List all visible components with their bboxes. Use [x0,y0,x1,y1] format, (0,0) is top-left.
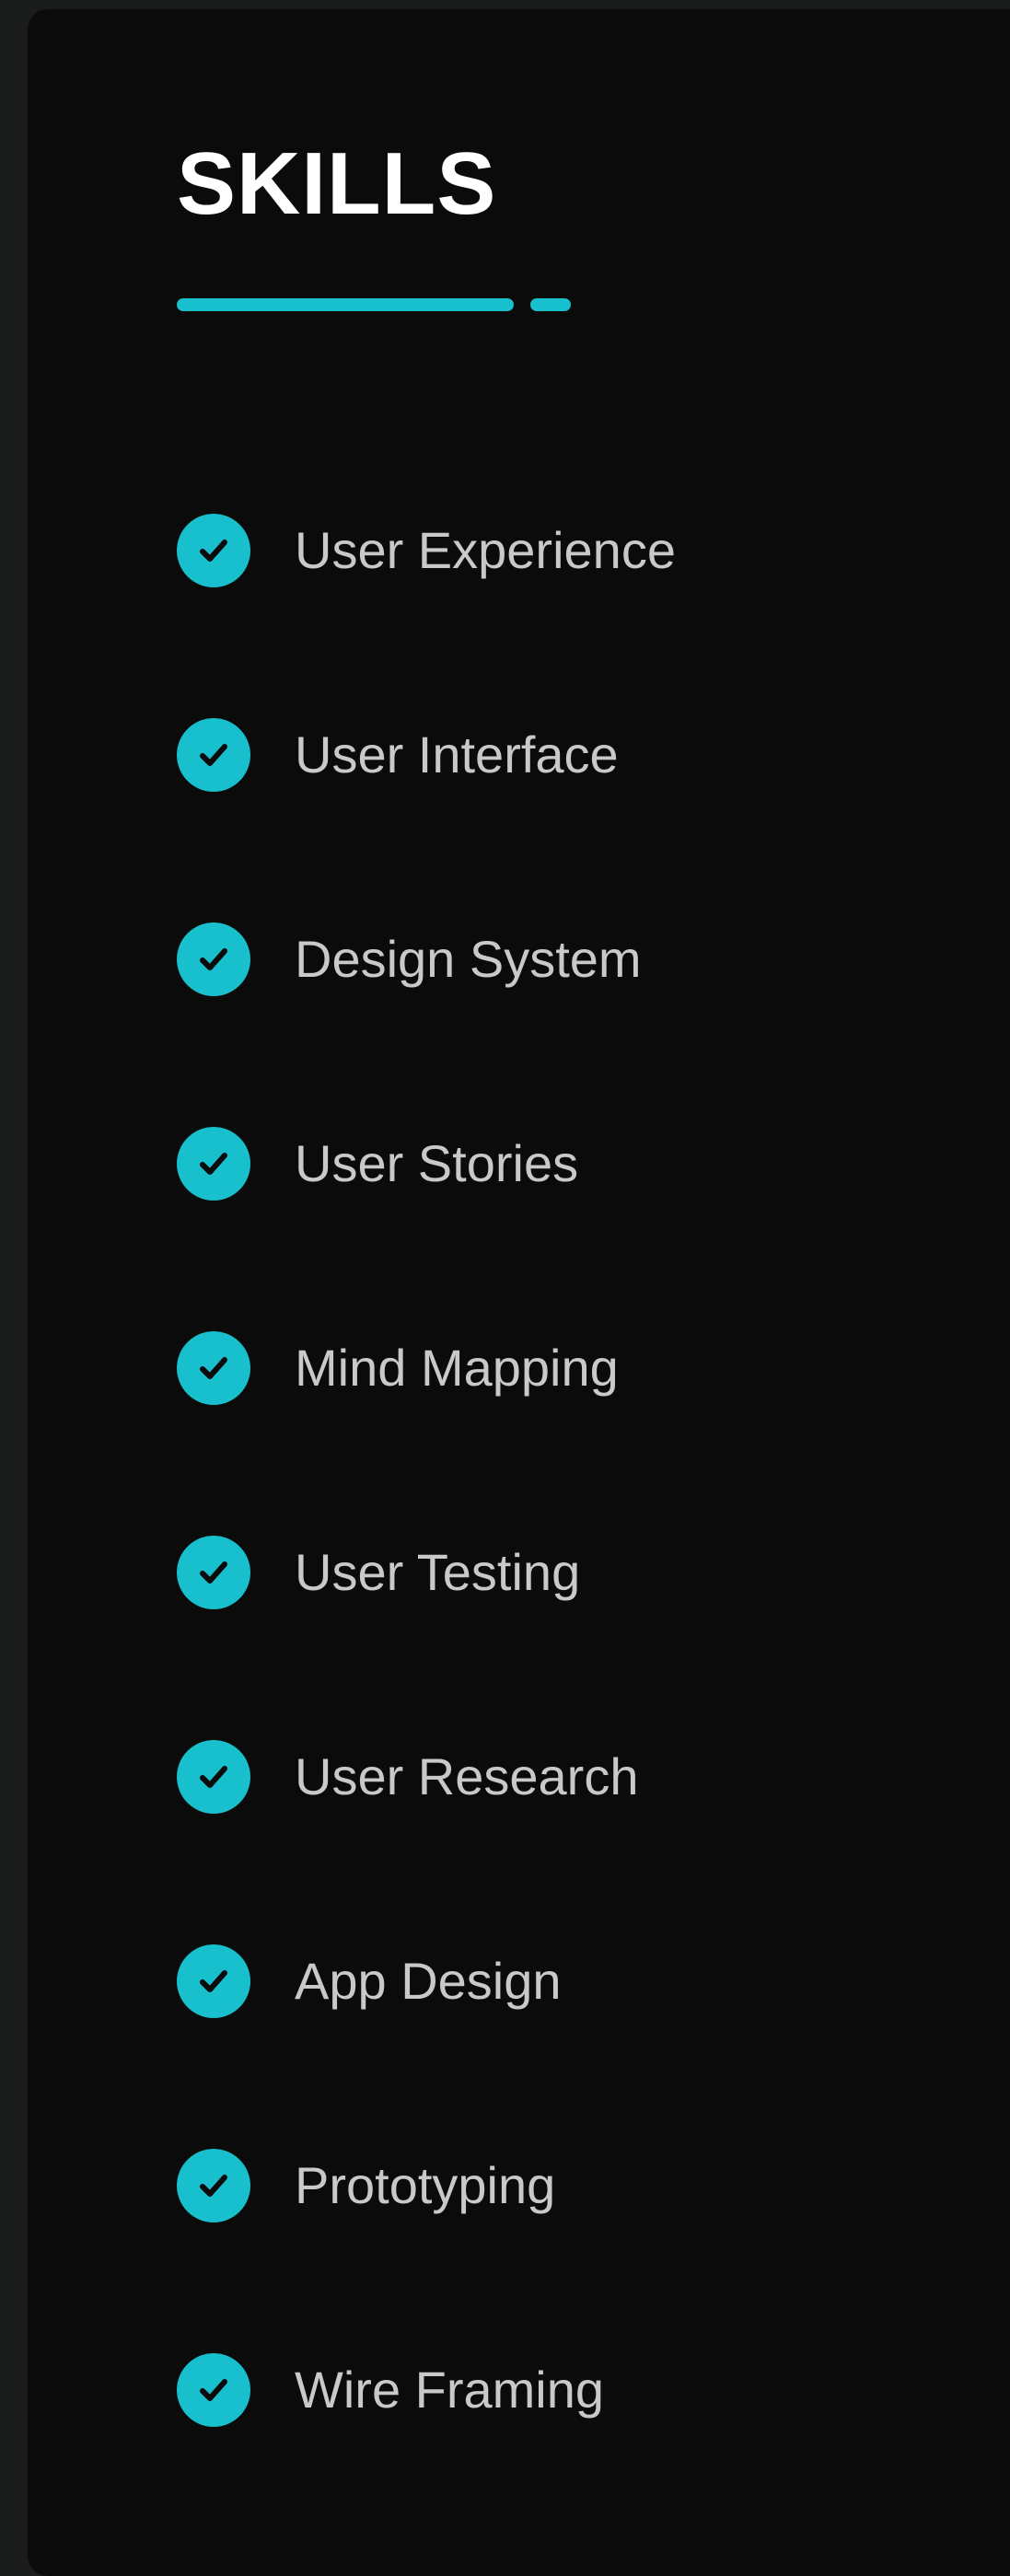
check-circle-icon [177,514,250,587]
title-underline [177,298,514,311]
skill-item-mind-mapping: Mind Mapping [177,1331,676,1405]
skill-item-prototyping: Prototyping [177,2149,676,2222]
skill-item-user-interface: User Interface [177,718,676,792]
skills-list: User Experience User Interface Design Sy… [177,514,676,2558]
skill-label: Prototyping [295,2156,556,2214]
skill-label: Design System [295,930,642,988]
title-underline-accent [530,298,571,311]
skill-label: User Experience [295,521,676,579]
skill-label: User Testing [295,1543,581,1601]
check-circle-icon [177,1127,250,1201]
skill-item-app-design: App Design [177,1944,676,2018]
check-circle-icon [177,2149,250,2222]
skill-label: Mind Mapping [295,1339,619,1397]
check-circle-icon [177,1740,250,1814]
skills-card: SKILLS User Experience User Interface De… [28,9,1010,2576]
skill-item-design-system: Design System [177,922,676,996]
skill-item-user-stories: User Stories [177,1127,676,1201]
skill-label: User Interface [295,725,619,783]
skill-item-user-testing: User Testing [177,1536,676,1609]
skill-item-user-research: User Research [177,1740,676,1814]
check-circle-icon [177,1536,250,1609]
skill-item-wire-framing: Wire Framing [177,2353,676,2427]
skill-label: Wire Framing [295,2361,605,2419]
skill-label: User Research [295,1747,639,1805]
check-circle-icon [177,922,250,996]
skill-label: User Stories [295,1134,579,1192]
check-circle-icon [177,718,250,792]
skill-label: App Design [295,1952,562,2010]
skill-item-user-experience: User Experience [177,514,676,587]
section-title: SKILLS [177,134,497,233]
check-circle-icon [177,2353,250,2427]
check-circle-icon [177,1331,250,1405]
check-circle-icon [177,1944,250,2018]
